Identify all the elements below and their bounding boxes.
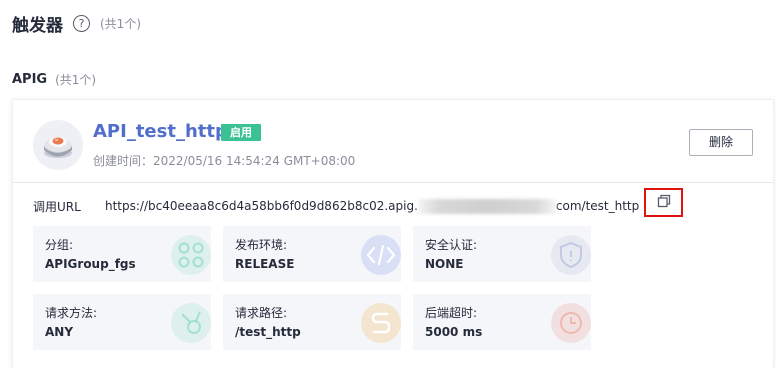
apig-section-title: APIG (共1个) <box>12 71 96 88</box>
code-icon <box>361 235 401 275</box>
api-name-link[interactable]: API_test_http <box>93 121 228 142</box>
tile-path: 请求路径: /test_http <box>223 294 401 350</box>
tile-timeout: 后端超时: 5000 ms <box>413 294 591 350</box>
tile-group: 分组: APIGroup_fgs <box>33 226 211 282</box>
group-icon <box>171 235 211 275</box>
method-icon <box>171 303 211 343</box>
section-name: APIG <box>12 72 48 87</box>
url-prefix: https://bc40eeaa8c6d4a58bb6f0d9d862b8c02… <box>105 198 418 213</box>
trigger-count: (共1个) <box>100 16 141 31</box>
apig-trigger-card: API_test_http 启用 创建时间：2022/05/16 14:54:2… <box>12 99 774 368</box>
invoke-url-label: 调用URL <box>33 199 81 214</box>
url-suffix: com/test_http <box>555 198 640 213</box>
section-count: (共1个) <box>55 73 97 87</box>
trigger-header: 触发器 ? (共1个) <box>12 11 141 36</box>
invoke-url-row: 调用URL https://bc40eeaa8c6d4a58bb6f0d9d86… <box>33 197 639 215</box>
copy-url-button[interactable] <box>644 188 683 217</box>
delete-button[interactable]: 删除 <box>689 129 753 156</box>
trigger-details: 分组: APIGroup_fgs 发布环境: RELEASE 安全认证: NON… <box>33 226 593 352</box>
copy-icon <box>657 193 671 212</box>
shield-icon <box>551 235 591 275</box>
tile-environment: 发布环境: RELEASE <box>223 226 401 282</box>
path-icon <box>361 303 401 343</box>
apig-avatar-icon <box>33 120 83 170</box>
clock-icon <box>551 303 591 343</box>
tile-security: 安全认证: NONE <box>413 226 591 282</box>
invoke-url-value: https://bc40eeaa8c6d4a58bb6f0d9d862b8c02… <box>105 198 640 214</box>
tile-method: 请求方法: ANY <box>33 294 211 350</box>
url-redacted <box>417 198 556 214</box>
help-icon[interactable]: ? <box>73 14 90 32</box>
page-title: 触发器 <box>12 15 63 36</box>
created-time: 创建时间：2022/05/16 14:54:24 GMT+08:00 <box>93 154 356 168</box>
card-header: API_test_http 启用 创建时间：2022/05/16 14:54:2… <box>13 100 773 183</box>
status-badge: 启用 <box>221 124 261 141</box>
